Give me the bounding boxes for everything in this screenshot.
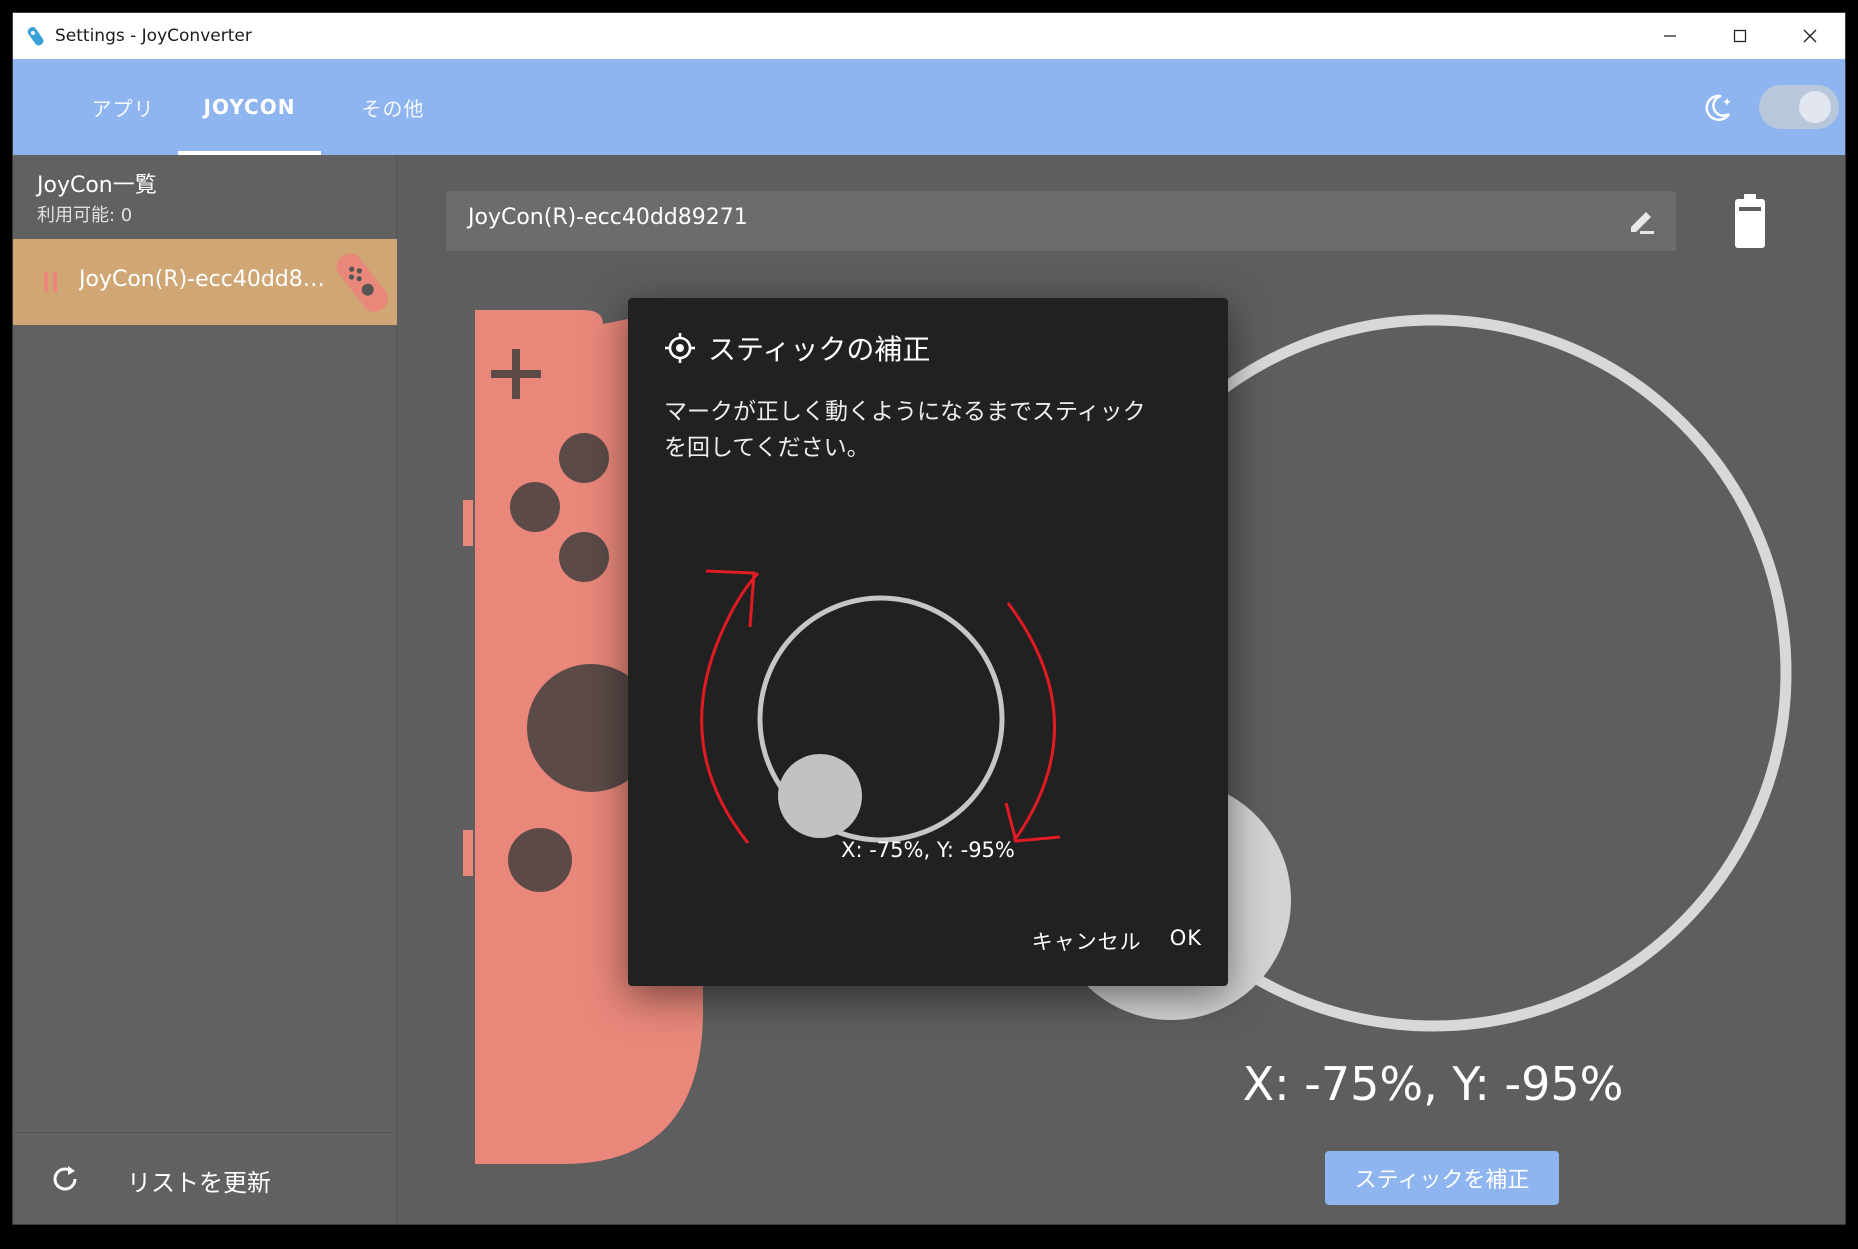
crosshair-icon [665, 333, 695, 363]
cancel-button[interactable]: キャンセル [1032, 926, 1142, 956]
calibration-dialog: スティックの補正 マークが正しく動くようになるまでスティック を回してください。… [628, 298, 1228, 986]
rotate-arrow-right-icon [1006, 602, 1057, 842]
ok-button[interactable]: OK [1170, 926, 1202, 956]
dialog-title: スティックの補正 [708, 333, 931, 366]
dialog-message-line-1: マークが正しく動くようになるまでスティック [664, 399, 1146, 425]
dialog-message-line-2: を回してください。 [664, 435, 870, 461]
calibration-graphic [700, 569, 1061, 844]
dialog-overlay: スティックの補正 マークが正しく動くようになるまでスティック を回してください。… [0, 0, 1858, 1249]
dialog-message: マークが正しく動くようになるまでスティック を回してください。 [664, 394, 1204, 466]
dialog-stick-readout: X: -75%, Y: -95% [841, 838, 1015, 862]
dialog-actions: キャンセル OK [1032, 926, 1202, 956]
dialog-header: スティックの補正 [664, 328, 930, 368]
